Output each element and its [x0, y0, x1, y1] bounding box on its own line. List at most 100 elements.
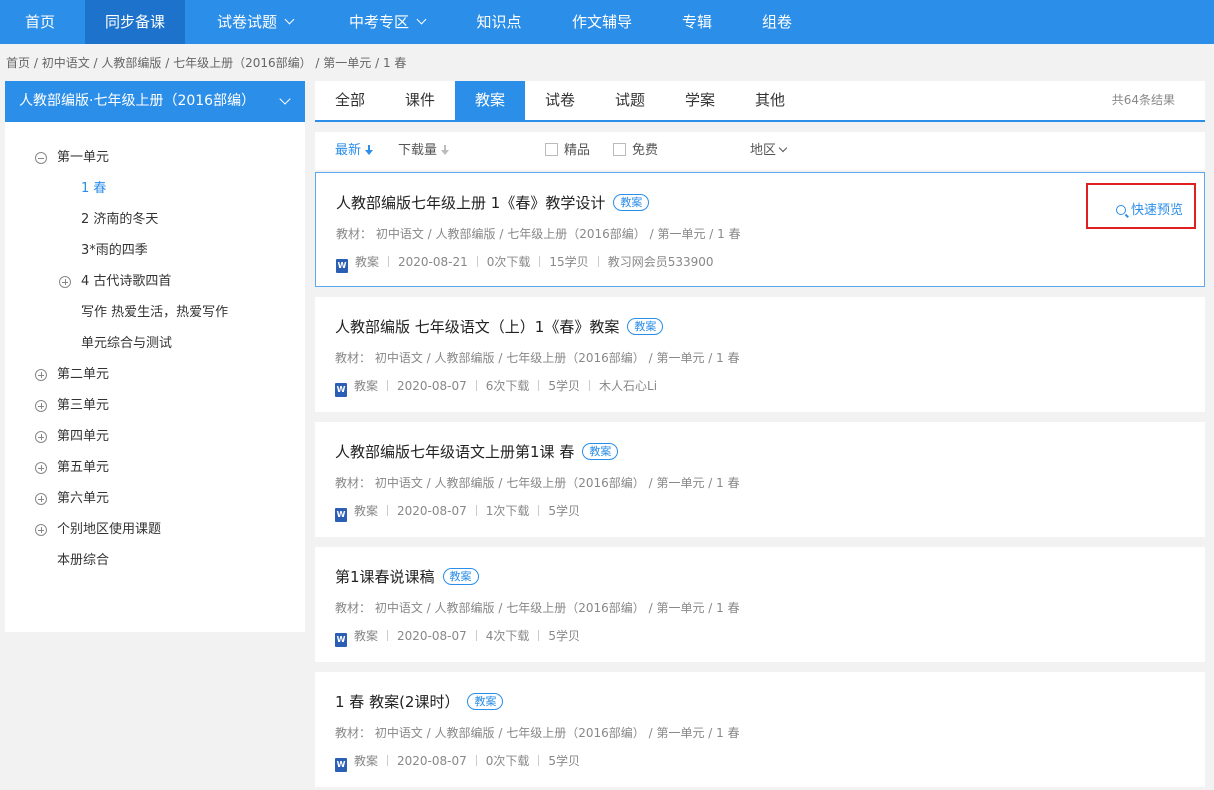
result-stats: W 教案 2020-08-07 6次下载 5学贝 木人石心Li — [335, 377, 657, 397]
expand-icon[interactable] — [35, 431, 47, 443]
nav-item-knowledge[interactable]: 知识点 — [462, 0, 536, 44]
meta-label: 教材： — [335, 726, 372, 740]
result-title[interactable]: 1 春 教案(2课时） 教案 — [335, 691, 504, 712]
tree-item-unit-6[interactable]: 第六单元 — [35, 489, 109, 509]
tree-item-writing[interactable]: 写作 热爱生活，热爱写作 — [81, 303, 228, 323]
expand-icon[interactable] — [59, 276, 71, 288]
stat-downloads: 6次下载 — [485, 379, 530, 393]
meta-label: 教材： — [335, 351, 372, 365]
divider — [476, 256, 478, 267]
result-card[interactable]: 人教部编版七年级上册 1《春》教学设计 教案 教材： 初中语文 / 人教部编版 /… — [315, 172, 1205, 287]
nav-item-zhongkao[interactable]: 中考专区 — [332, 0, 442, 44]
nav-label: 中考专区 — [348, 13, 409, 31]
nav-item-home[interactable]: 首页 — [8, 0, 72, 44]
divider — [387, 505, 389, 516]
tree-item-unit-1[interactable]: 第一单元 — [35, 148, 109, 168]
checkbox-box[interactable] — [545, 143, 558, 156]
tree-item-unit-test[interactable]: 单元综合与测试 — [81, 334, 172, 354]
result-card[interactable]: 人教部编版七年级语文上册第1课 春教案 教材： 初中语文 / 人教部编版 / 七… — [315, 422, 1205, 537]
breadcrumb-link[interactable]: 初中语文 — [42, 56, 90, 70]
tab-questions[interactable]: 试题 — [595, 81, 665, 120]
meta-volume: 七年级上册（2016部编） — [506, 601, 645, 615]
nav-item-composition[interactable]: 作文辅导 — [560, 0, 644, 44]
tree-item-lesson-1[interactable]: 1 春 — [81, 179, 106, 199]
filter-bar: 最新 下载量 精品 免费 地区 — [315, 132, 1205, 170]
tab-exam-paper[interactable]: 试卷 — [525, 81, 595, 120]
tab-label: 教案 — [474, 91, 505, 109]
tab-label: 试题 — [614, 91, 645, 109]
stat-downloads: 0次下载 — [486, 255, 531, 269]
tree-item-unit-5[interactable]: 第五单元 — [35, 458, 109, 478]
result-title[interactable]: 人教部编版七年级语文上册第1课 春教案 — [335, 441, 619, 462]
result-stats: W 教案 2020-08-07 4次下载 5学贝 — [335, 627, 580, 647]
divider — [475, 630, 477, 641]
result-card[interactable]: 人教部编版 七年级语文（上）1《春》教案 教案 教材： 初中语文 / 人教部编版 … — [315, 297, 1205, 412]
nav-label: 首页 — [24, 13, 55, 31]
breadcrumb-link[interactable]: 七年级上册（2016部编） — [173, 56, 312, 70]
expand-icon[interactable] — [35, 400, 47, 412]
meta-edition: 人教部编版 — [434, 601, 495, 615]
tab-label: 课件 — [404, 91, 435, 109]
tab-lesson-plan[interactable]: 教案 — [455, 81, 525, 120]
breadcrumb: 首页 / 初中语文 / 人教部编版 / 七年级上册（2016部编） / 第一单元… — [6, 56, 407, 70]
tab-other[interactable]: 其他 — [735, 81, 805, 120]
stat-uploader[interactable]: 教习网会员533900 — [608, 255, 714, 269]
tree-item-label: 2 济南的冬天 — [81, 212, 159, 227]
nav-item-exams[interactable]: 试卷试题 — [200, 0, 310, 44]
result-meta: 教材： 初中语文 / 人教部编版 / 七年级上册（2016部编） / 第一单元 … — [336, 227, 741, 241]
chevron-down-icon — [778, 143, 788, 153]
expand-icon[interactable] — [35, 524, 47, 536]
result-title[interactable]: 人教部编版七年级上册 1《春》教学设计 教案 — [336, 192, 650, 213]
tree-item-unit-4[interactable]: 第四单元 — [35, 427, 109, 447]
quality-checkbox[interactable]: 精品 — [545, 132, 590, 170]
checkbox-box[interactable] — [613, 143, 626, 156]
nav-item-album[interactable]: 专辑 — [670, 0, 724, 44]
tab-courseware[interactable]: 课件 — [385, 81, 455, 120]
chevron-down-icon — [284, 14, 295, 25]
stat-uploader[interactable]: 木人石心Li — [599, 379, 657, 393]
sort-downloads[interactable]: 下载量 — [398, 132, 450, 170]
type-badge: 教案 — [613, 194, 650, 211]
expand-icon[interactable] — [35, 369, 47, 381]
result-title[interactable]: 第1课春说课稿 教案 — [335, 566, 479, 587]
result-title[interactable]: 人教部编版 七年级语文（上）1《春》教案 教案 — [335, 316, 664, 337]
tree-item-unit-2[interactable]: 第二单元 — [35, 365, 109, 385]
meta-unit: 第一单元 — [656, 726, 705, 740]
nav-item-sync-prep[interactable]: 同步备课 — [85, 0, 185, 44]
tree-item-book-overall[interactable]: 本册综合 — [57, 551, 109, 571]
collapse-icon[interactable] — [35, 152, 47, 164]
region-dropdown[interactable]: 地区 — [750, 132, 788, 170]
meta-lesson: 1 春 — [716, 351, 740, 365]
result-title-text: 第1课春说课稿 — [335, 568, 435, 586]
divider — [387, 630, 389, 641]
meta-label: 教材： — [335, 601, 372, 615]
tab-study-guide[interactable]: 学案 — [665, 81, 735, 120]
nav-item-compose-paper[interactable]: 组卷 — [750, 0, 804, 44]
tree-item-unit-3[interactable]: 第三单元 — [35, 396, 109, 416]
tab-all[interactable]: 全部 — [315, 81, 385, 120]
stat-type: 教案 — [355, 255, 380, 269]
sort-newest[interactable]: 最新 — [335, 132, 374, 170]
expand-icon[interactable] — [35, 462, 47, 474]
result-meta: 教材： 初中语文 / 人教部编版 / 七年级上册（2016部编） / 第一单元 … — [335, 351, 740, 365]
result-card[interactable]: 1 春 教案(2课时） 教案 教材： 初中语文 / 人教部编版 / 七年级上册（2… — [315, 672, 1205, 787]
meta-unit: 第一单元 — [656, 351, 705, 365]
breadcrumb-link[interactable]: 第一单元 — [323, 56, 371, 70]
tree-item-regional[interactable]: 个别地区使用课题 — [35, 520, 161, 540]
book-selector[interactable]: 人教部编版·七年级上册（2016部编） — [5, 81, 305, 122]
tree-item-lesson-3[interactable]: 3*雨的四季 — [81, 241, 148, 261]
quick-preview-button[interactable]: 快速预览 — [1115, 199, 1183, 218]
type-badge: 教案 — [467, 693, 504, 710]
meta-subject: 初中语文 — [374, 601, 423, 615]
free-checkbox[interactable]: 免费 — [613, 132, 658, 170]
expand-icon[interactable] — [35, 493, 47, 505]
nav-label: 同步备课 — [104, 13, 165, 31]
result-stats: W 教案 2020-08-07 0次下载 5学贝 — [335, 752, 580, 772]
tree-item-lesson-4[interactable]: 4 古代诗歌四首 — [59, 272, 171, 292]
breadcrumb-link[interactable]: 人教部编版 — [101, 56, 161, 70]
tree-item-lesson-2[interactable]: 2 济南的冬天 — [81, 210, 158, 230]
meta-lesson: 1 春 — [716, 726, 740, 740]
breadcrumb-link[interactable]: 首页 — [6, 56, 30, 70]
result-card[interactable]: 第1课春说课稿 教案 教材： 初中语文 / 人教部编版 / 七年级上册（2016部… — [315, 547, 1205, 662]
meta-unit: 第一单元 — [656, 476, 705, 490]
